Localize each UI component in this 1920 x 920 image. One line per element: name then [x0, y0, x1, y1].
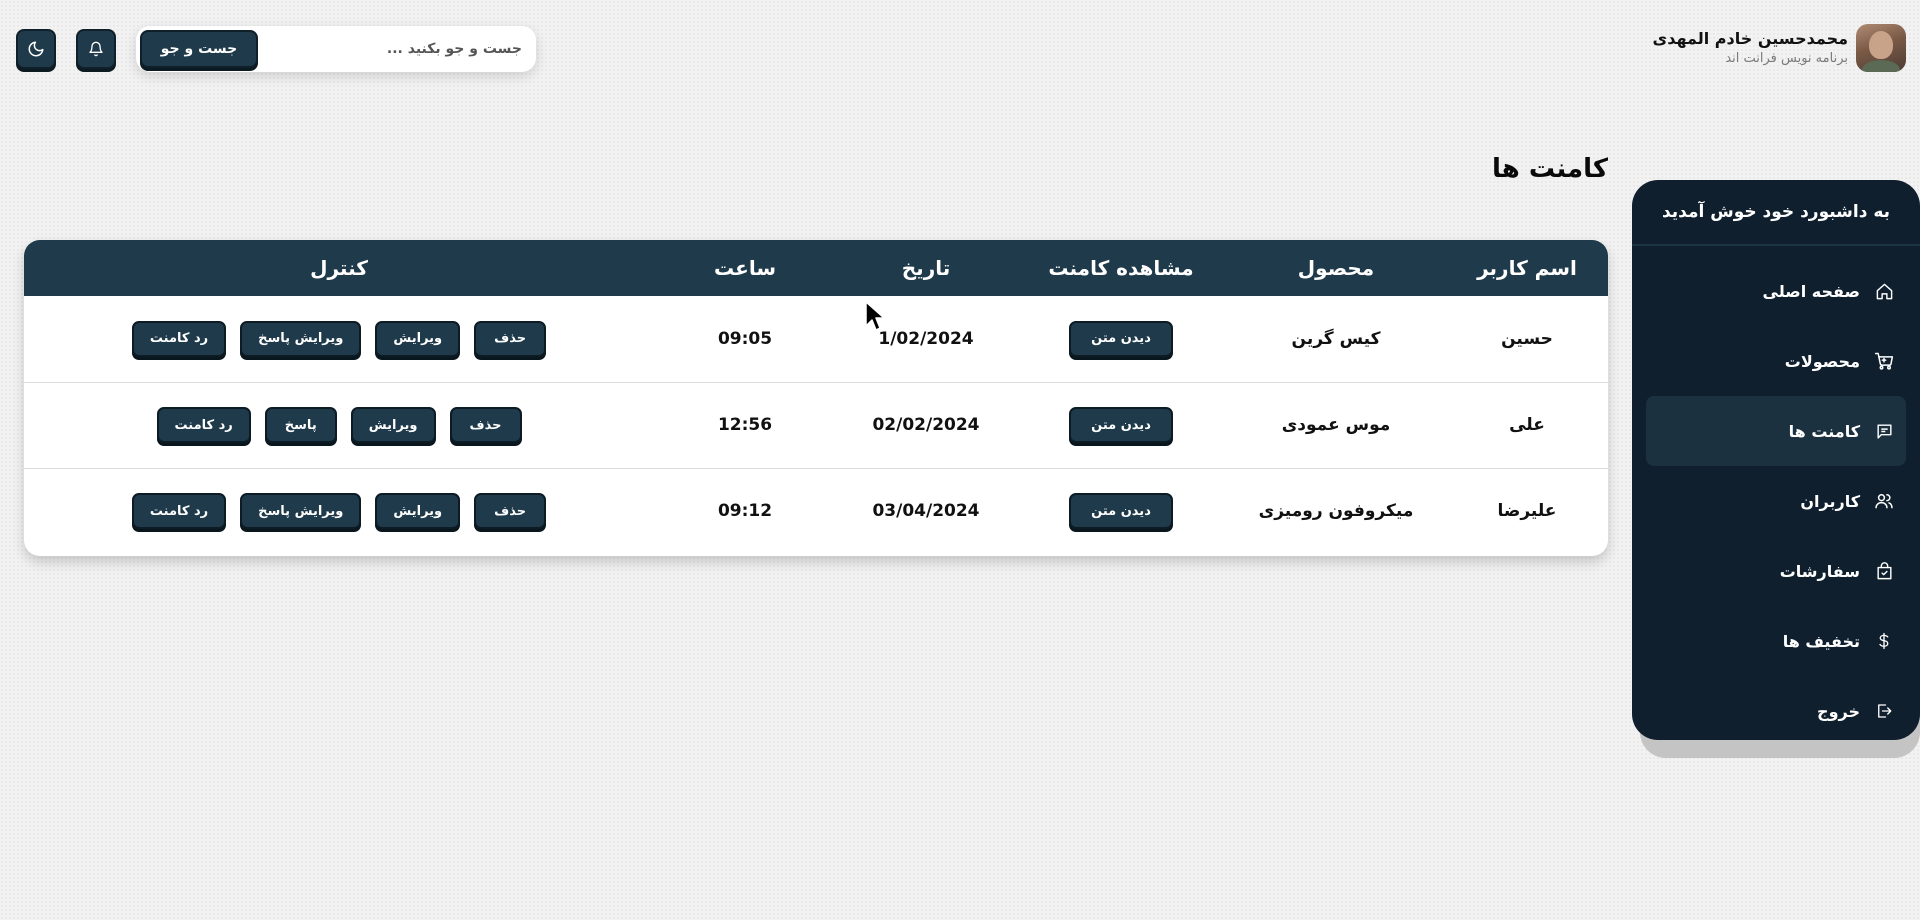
mouse-cursor-icon	[865, 301, 885, 331]
cell-control: حذف ویرایش ویرایش پاسخ رد کامنت	[24, 468, 654, 554]
cell-date: 02/02/2024	[872, 415, 980, 435]
comments-table-card: اسم کاربر محصول مشاهده کامنت تاریخ ساعت …	[24, 240, 1608, 556]
header-control: کنترل	[310, 256, 368, 280]
sidebar-item-label: صفحه اصلی	[1762, 281, 1860, 301]
table-row: علیرضا میکروفون رومیزی دیدن متن 03/04/20…	[24, 468, 1608, 554]
user-profile[interactable]: محمدحسین خادم المهدی برنامه نویس فرانت ا…	[1653, 24, 1906, 72]
edit-reply-button[interactable]: ویرایش پاسخ	[240, 320, 362, 357]
sidebar-item-label: تخفیف ها	[1782, 631, 1860, 651]
view-text-button[interactable]: دیدن متن	[1069, 407, 1173, 443]
row-actions: حذف ویرایش پاسخ رد کامنت	[24, 407, 654, 443]
cell-view: دیدن متن	[1016, 382, 1226, 468]
table-header-row: اسم کاربر محصول مشاهده کامنت تاریخ ساعت …	[24, 240, 1608, 296]
sidebar-item-label: خروج	[1817, 701, 1860, 721]
reject-comment-button[interactable]: رد کامنت	[131, 493, 227, 530]
sidebar-title: به داشبورد خود خوش آمدید	[1632, 180, 1920, 246]
cell-product: میکروفون رومیزی	[1258, 501, 1414, 522]
search-input[interactable]	[272, 41, 522, 57]
profile-name: محمدحسین خادم المهدی	[1652, 29, 1848, 48]
bell-icon	[89, 41, 103, 57]
reject-comment-button[interactable]: رد کامنت	[131, 320, 227, 357]
sidebar-item-logout[interactable]: خروج	[1646, 676, 1906, 740]
cell-time: 09:05	[717, 328, 773, 349]
sidebar-item-comments[interactable]: کامنت ها	[1646, 396, 1906, 466]
comment-icon	[1874, 421, 1894, 441]
edit-button[interactable]: ویرایش	[350, 407, 436, 443]
view-text-button[interactable]: دیدن متن	[1069, 493, 1173, 530]
sidebar-menu: صفحه اصلی محصولات کامنت ها کاربران سفارش…	[1632, 246, 1920, 740]
view-text-button[interactable]: دیدن متن	[1069, 320, 1173, 357]
search-bar: جست و جو	[136, 26, 536, 72]
edit-button[interactable]: ویرایش	[375, 320, 461, 357]
delete-button[interactable]: حذف	[474, 493, 547, 530]
header-view-comment: مشاهده کامنت	[1048, 256, 1194, 280]
comments-table: اسم کاربر محصول مشاهده کامنت تاریخ ساعت …	[24, 240, 1608, 554]
edit-button[interactable]: ویرایش	[375, 493, 461, 530]
search-button[interactable]: جست و جو	[140, 30, 258, 68]
sidebar-item-label: کامنت ها	[1788, 421, 1860, 441]
sidebar-item-label: کاربران	[1800, 491, 1860, 511]
notifications-button[interactable]	[76, 29, 116, 69]
sidebar-item-discounts[interactable]: تخفیف ها	[1646, 606, 1906, 676]
header-time: ساعت	[713, 256, 776, 280]
sidebar-item-home[interactable]: صفحه اصلی	[1646, 256, 1906, 326]
avatar[interactable]	[1856, 24, 1906, 72]
cell-control: حذف ویرایش ویرایش پاسخ رد کامنت	[24, 296, 654, 382]
reply-button[interactable]: پاسخ	[264, 407, 337, 443]
bag-check-icon	[1874, 561, 1894, 581]
topbar-controls: جست و جو	[16, 26, 536, 72]
dollar-icon	[1874, 631, 1894, 651]
page-title: کامنت ها	[1492, 154, 1608, 184]
sidebar-item-label: سفارشات	[1779, 561, 1860, 581]
reject-comment-button[interactable]: رد کامنت	[156, 407, 251, 443]
logout-icon	[1874, 701, 1894, 721]
table-row: علی موس عمودی دیدن متن 02/02/2024 12:56 …	[24, 382, 1608, 468]
cell-view: دیدن متن	[1016, 296, 1226, 382]
theme-toggle-button[interactable]	[16, 29, 56, 69]
users-icon	[1874, 491, 1894, 511]
table-row: حسین کیس گرین دیدن متن 1/02/2024 09:05 ح…	[24, 296, 1608, 382]
cell-time: 09:12	[717, 501, 773, 522]
header-user: اسم کاربر	[1477, 256, 1577, 280]
cell-time: 12:56	[717, 415, 773, 435]
row-actions: حذف ویرایش ویرایش پاسخ رد کامنت	[24, 320, 654, 357]
cell-date: 03/04/2024	[872, 501, 980, 522]
home-icon	[1874, 281, 1894, 301]
cart-icon	[1874, 351, 1894, 371]
sidebar: به داشبورد خود خوش آمدید صفحه اصلی محصول…	[1632, 180, 1920, 740]
edit-reply-button[interactable]: ویرایش پاسخ	[240, 493, 362, 530]
cell-product: کیس گرین	[1291, 328, 1381, 349]
cell-control: حذف ویرایش پاسخ رد کامنت	[24, 382, 654, 468]
delete-button[interactable]: حذف	[474, 320, 547, 357]
cell-user: حسین	[1501, 328, 1553, 349]
cell-view: دیدن متن	[1016, 468, 1226, 554]
row-actions: حذف ویرایش ویرایش پاسخ رد کامنت	[24, 493, 654, 530]
header-date: تاریخ	[901, 256, 951, 280]
sidebar-item-users[interactable]: کاربران	[1646, 466, 1906, 536]
cell-product: موس عمودی	[1281, 415, 1391, 435]
profile-role: برنامه نویس فرانت اند	[1725, 51, 1848, 66]
dashboard-page: محمدحسین خادم المهدی برنامه نویس فرانت ا…	[0, 0, 1920, 920]
cell-user: علی	[1509, 415, 1545, 435]
sidebar-item-products[interactable]: محصولات	[1646, 326, 1906, 396]
sidebar-item-orders[interactable]: سفارشات	[1646, 536, 1906, 606]
cell-user: علیرضا	[1497, 501, 1557, 522]
header-product: محصول	[1297, 256, 1375, 280]
profile-text: محمدحسین خادم المهدی برنامه نویس فرانت ا…	[1653, 28, 1848, 68]
sidebar-item-label: محصولات	[1784, 351, 1860, 371]
delete-button[interactable]: حذف	[449, 407, 522, 443]
cell-date: 1/02/2024	[878, 328, 974, 349]
moon-icon	[28, 41, 44, 57]
